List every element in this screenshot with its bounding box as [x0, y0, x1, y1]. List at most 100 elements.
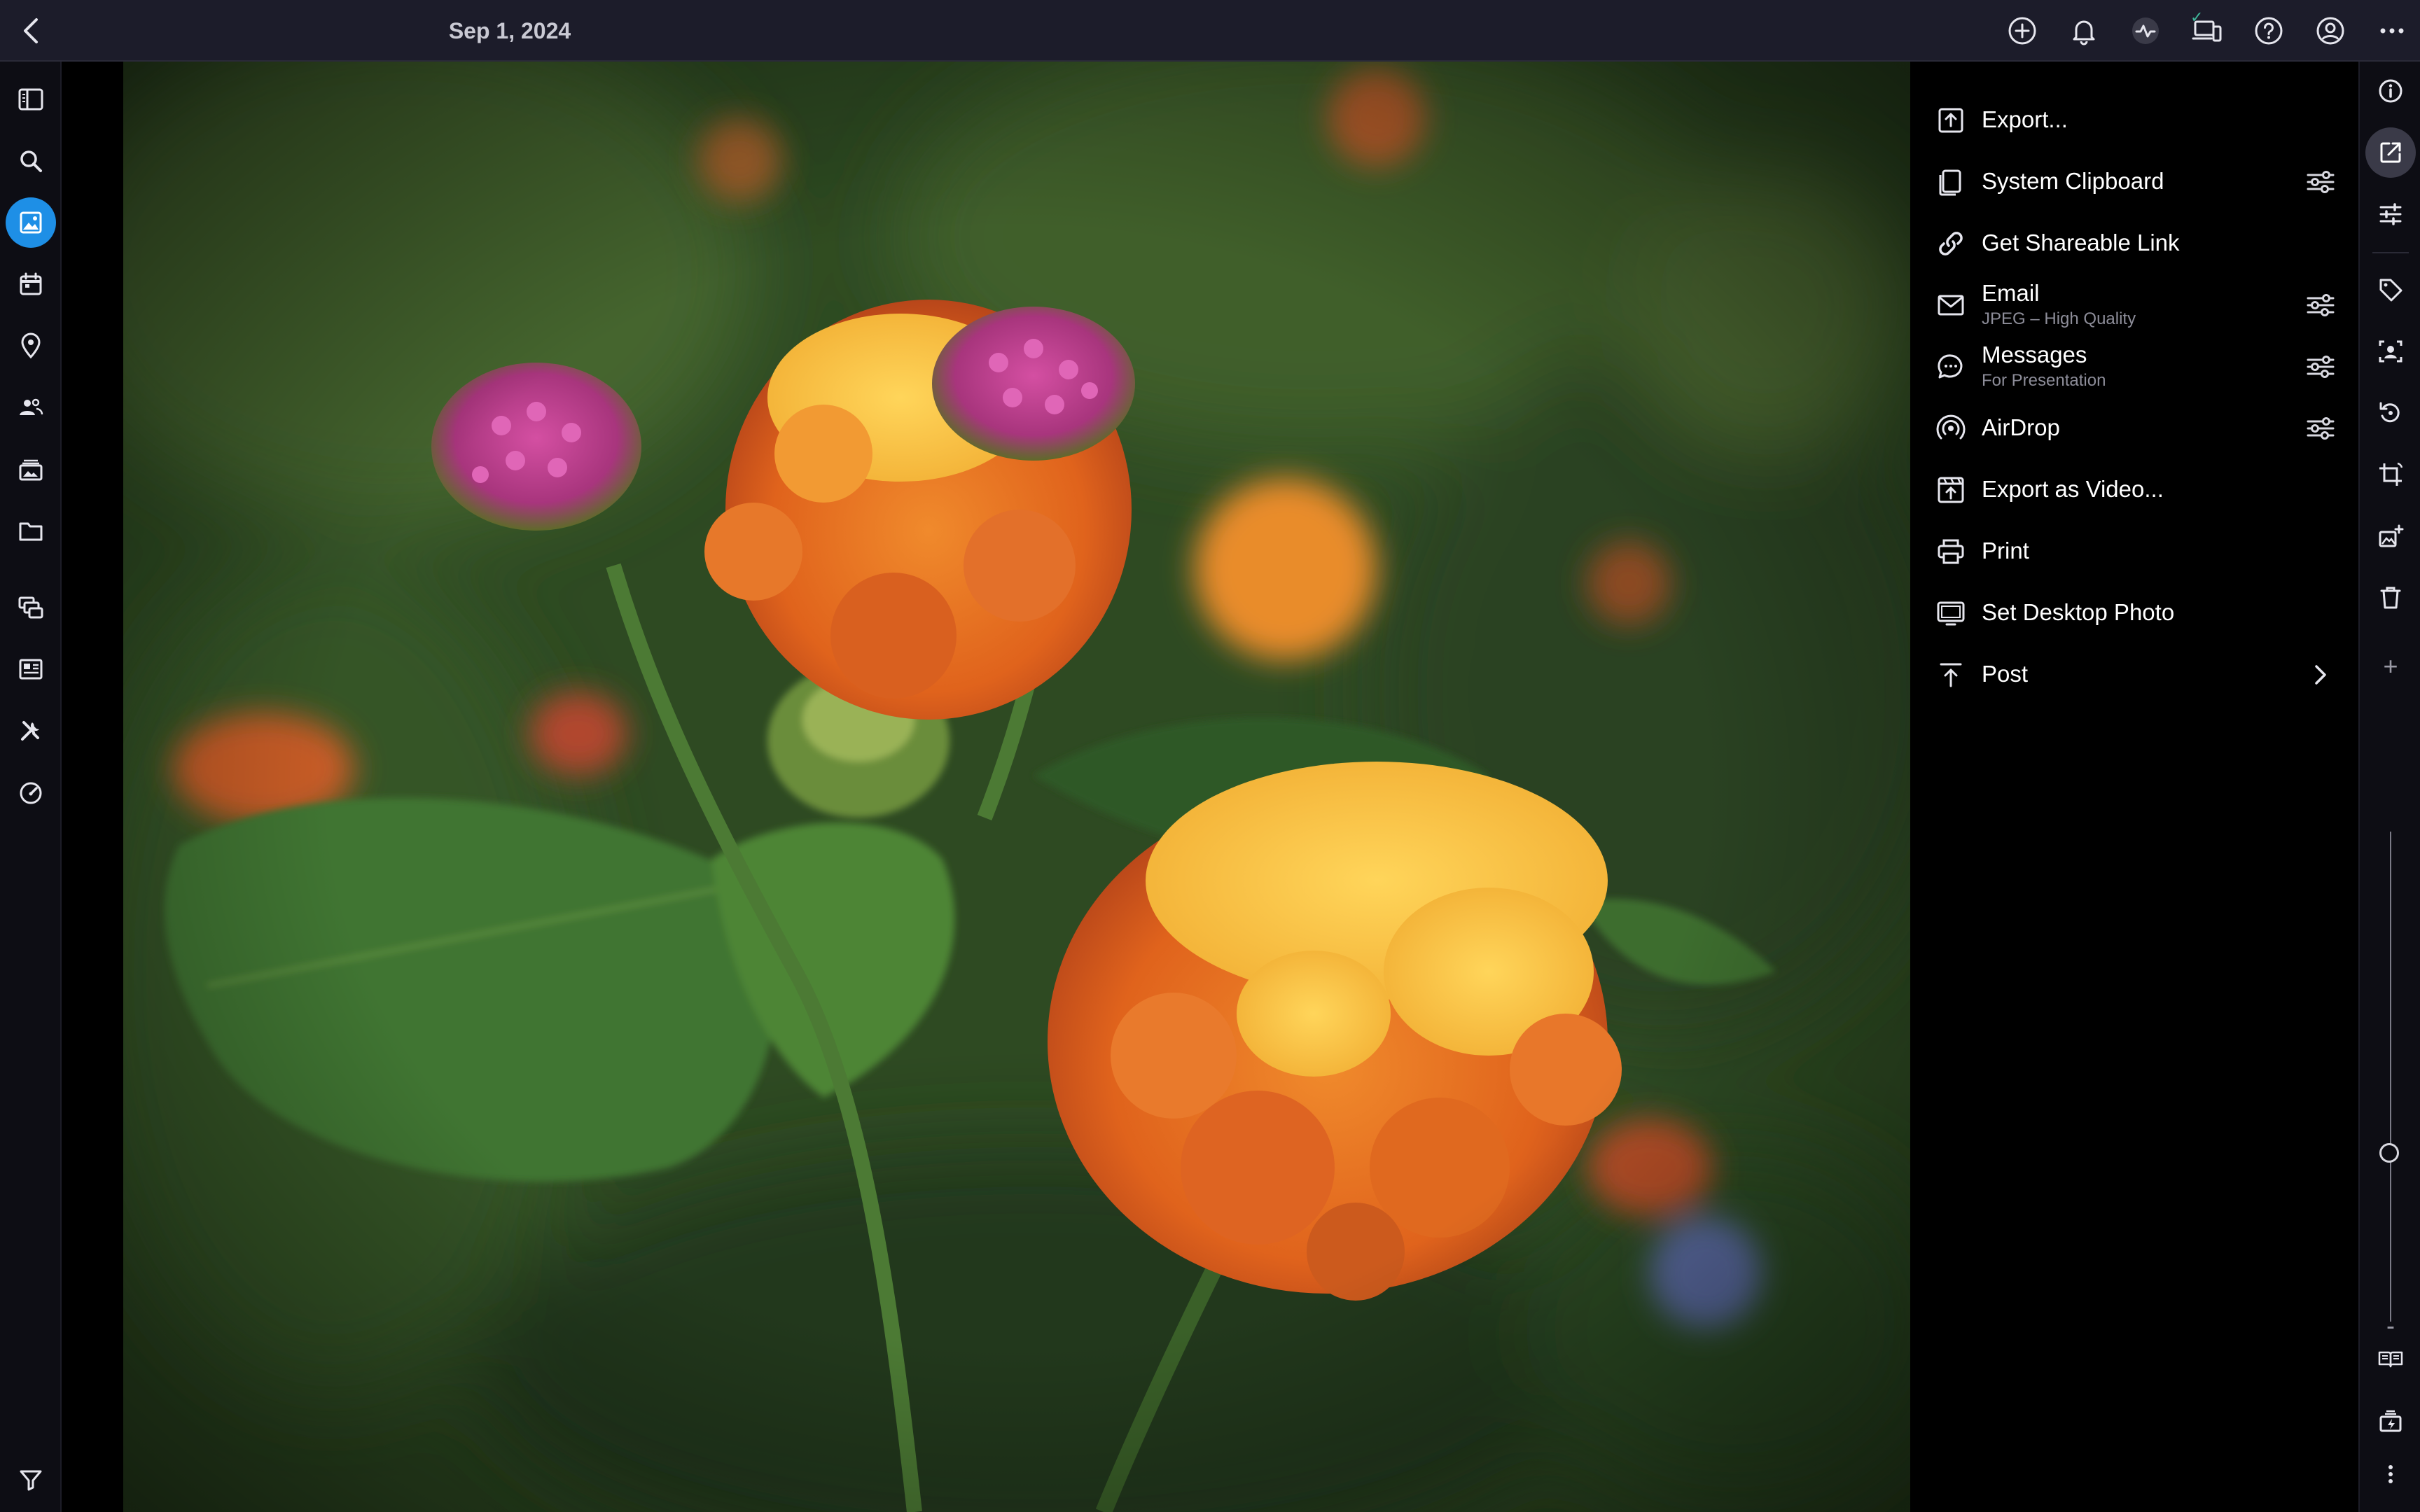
tag-icon — [2379, 279, 2402, 302]
sidebar-item-dashboard[interactable] — [6, 644, 56, 694]
menu-item-sublabel: For Presentation — [1982, 371, 2106, 390]
face-icon — [2379, 340, 2402, 363]
zoom-in-button[interactable]: + — [2360, 654, 2420, 679]
share-icon — [2380, 142, 2401, 163]
face-button[interactable] — [2365, 326, 2416, 377]
sidebar-item-calendar[interactable] — [6, 259, 56, 309]
edit-plus-button[interactable] — [2365, 511, 2416, 561]
photo-image — [123, 62, 1910, 1512]
calendar-icon — [20, 272, 42, 295]
sidebar-item-photos[interactable] — [6, 197, 56, 248]
top-actions: ✓ — [2005, 0, 2409, 62]
sidebar-item-albums[interactable] — [6, 444, 56, 494]
menu-item-label: Export... — [1982, 106, 2068, 132]
collections-icon — [18, 596, 43, 619]
menu-item-system-clipboard[interactable]: System Clipboard — [1910, 153, 2358, 209]
bell-icon — [2073, 20, 2095, 46]
help-button[interactable] — [2252, 14, 2286, 48]
filter-button[interactable] — [6, 1455, 56, 1505]
settings-button[interactable] — [2304, 290, 2337, 321]
settings-button[interactable] — [2304, 167, 2337, 197]
book-button[interactable] — [2365, 1334, 2416, 1385]
menu-item-set-desktop-photo[interactable]: Set Desktop Photo — [1910, 584, 2358, 640]
desktop-photo-icon — [1935, 598, 1966, 629]
photo-viewer[interactable] — [62, 62, 1910, 1512]
activity-button[interactable] — [2129, 14, 2162, 48]
more-vertical-icon — [2388, 1465, 2393, 1483]
delete-button[interactable] — [2365, 573, 2416, 623]
top-bar: Sep 1, 2024 ✓ — [0, 0, 2420, 62]
dashboard-icon — [19, 659, 43, 680]
sync-check-mark: ✓ — [2190, 8, 2204, 26]
sidebar-item-people[interactable] — [6, 382, 56, 433]
export-batch-icon — [2379, 1410, 2402, 1432]
menu-item-label: Set Desktop Photo — [1982, 599, 2175, 625]
add-button[interactable] — [2005, 14, 2039, 48]
places-icon — [21, 332, 41, 359]
sidebar-item-search[interactable] — [6, 136, 56, 186]
sidebar-toggle-button[interactable] — [6, 74, 56, 125]
menu-item-sublabel: JPEG – High Quality — [1982, 309, 2136, 328]
info-button[interactable] — [2365, 66, 2416, 116]
folder-icon — [19, 522, 43, 541]
tag-button[interactable] — [2365, 265, 2416, 315]
account-button[interactable] — [2314, 14, 2347, 48]
menu-item-label: Export as Video... — [1982, 476, 2164, 502]
post-icon — [1935, 659, 1966, 690]
add-circle-icon — [2008, 17, 2036, 45]
menu-item-label: Email — [1982, 280, 2040, 306]
speed-icon — [20, 782, 42, 804]
right-toolbar: + - — [2358, 62, 2420, 1512]
edit-plus-icon — [2379, 524, 2404, 547]
zoom-slider-handle[interactable] — [2379, 1143, 2399, 1163]
rotate-icon — [2379, 402, 2400, 423]
sidebar-item-speed[interactable] — [6, 767, 56, 818]
tune-icon — [2307, 294, 2335, 316]
tools-icon — [21, 721, 39, 741]
more-horizontal-icon — [2380, 28, 2404, 34]
menu-item-post[interactable]: Post — [1910, 645, 2358, 701]
rotate-button[interactable] — [2365, 388, 2416, 438]
settings-button[interactable] — [2304, 351, 2337, 382]
activity-icon — [2132, 18, 2159, 44]
export-batch-button[interactable] — [2365, 1396, 2416, 1446]
menu-item-export-video[interactable]: Export as Video... — [1910, 461, 2358, 517]
sidebar-item-tools[interactable] — [6, 706, 56, 756]
crop-button[interactable] — [2365, 449, 2416, 500]
tune-icon — [2307, 417, 2335, 440]
chevron-right-icon — [2315, 665, 2326, 685]
notifications-button[interactable] — [2067, 14, 2101, 48]
sidebar-item-places[interactable] — [6, 321, 56, 371]
menu-item-airdrop[interactable]: AirDrop — [1910, 399, 2358, 455]
sidebar-item-folders[interactable] — [6, 505, 56, 556]
more-button[interactable] — [2375, 14, 2409, 48]
menu-item-export[interactable]: Export... — [1910, 91, 2358, 147]
menu-item-label: Print — [1982, 538, 2029, 564]
adjust-button[interactable] — [2365, 189, 2416, 239]
settings-button[interactable] — [2304, 413, 2337, 444]
back-button[interactable] — [15, 14, 49, 48]
devices-button[interactable]: ✓ — [2190, 10, 2224, 48]
info-icon — [2379, 79, 2402, 103]
toolbar-divider — [2372, 252, 2409, 253]
book-icon — [2378, 1351, 2403, 1368]
menu-item-email[interactable]: Email JPEG – High Quality — [1910, 276, 2358, 332]
help-icon — [2255, 17, 2283, 45]
menu-item-shareable-link[interactable]: Get Shareable Link — [1910, 214, 2358, 270]
more-options-button[interactable] — [2365, 1449, 2416, 1499]
menu-item-label: AirDrop — [1982, 414, 2060, 440]
airdrop-icon — [1935, 413, 1966, 444]
menu-item-messages[interactable]: Messages For Presentation — [1910, 337, 2358, 393]
adjust-icon — [2379, 203, 2402, 225]
zoom-slider-track[interactable] — [2390, 832, 2391, 1322]
share-button[interactable] — [2365, 127, 2416, 178]
photos-icon — [20, 211, 42, 234]
sidebar-item-collections[interactable] — [6, 582, 56, 633]
export-icon — [1935, 105, 1966, 136]
page-title-text: Sep 1, 2024 — [448, 18, 571, 43]
clipboard-icon — [1935, 167, 1966, 197]
tune-icon — [2307, 356, 2335, 378]
messages-icon — [1935, 351, 1966, 382]
menu-item-print[interactable]: Print — [1910, 522, 2358, 578]
crop-icon — [2379, 462, 2403, 486]
